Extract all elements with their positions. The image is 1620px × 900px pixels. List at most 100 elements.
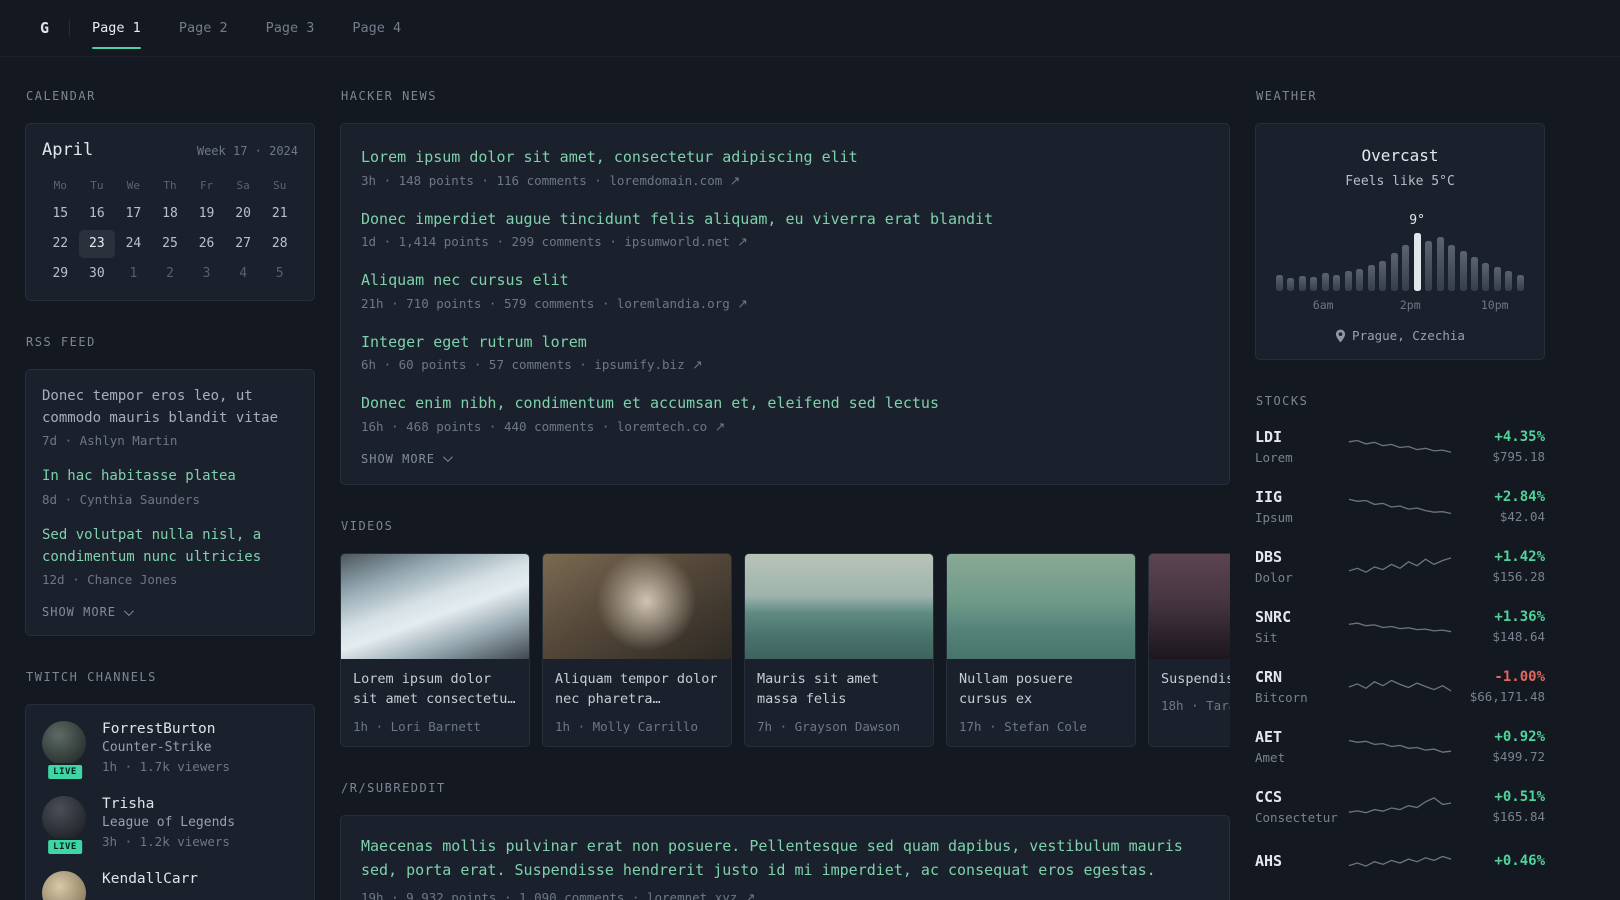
tab-page-3[interactable]: Page 3 xyxy=(266,0,315,56)
stock-row[interactable]: DBS Dolor +1.42% $156.28 xyxy=(1255,548,1545,585)
twitch-channel-row[interactable]: LIVE ForrestBurton Counter-Strike 1h · 1… xyxy=(42,721,298,782)
tab-page-1[interactable]: Page 1 xyxy=(92,0,141,56)
stock-price: $165.84 xyxy=(1492,809,1545,824)
stock-name: Bitcorn xyxy=(1255,690,1308,705)
stock-sparkline xyxy=(1348,679,1452,691)
calendar-day: 30 xyxy=(89,266,105,281)
calendar-day: 18 xyxy=(162,206,178,221)
meta-text: 6h · 60 points · 57 comments · xyxy=(361,357,595,372)
calendar-day: 5 xyxy=(275,266,284,281)
stock-row[interactable]: IIG Ipsum +2.84% $42.04 xyxy=(1255,488,1545,525)
calendar-grid: Mo Tu We Th Fr Sa Su 15 16 17 18 19 20 2… xyxy=(42,174,298,288)
video-title[interactable]: Mauris sit amet massa felis xyxy=(757,669,921,711)
rss-item-meta: 8d · Cynthia Saunders xyxy=(42,492,201,508)
hackernews-item-title[interactable]: Lorem ipsum dolor sit amet, consectetur … xyxy=(361,146,1209,169)
tab-page-4[interactable]: Page 4 xyxy=(352,0,401,56)
stock-change: +0.51% xyxy=(1494,789,1545,805)
subreddit-post-title[interactable]: Maecenas mollis pulvinar erat non posuer… xyxy=(361,834,1209,882)
hackernews-domain-link[interactable]: loremtech.co xyxy=(617,419,707,434)
video-title[interactable]: Nullam posuere cursus ex xyxy=(959,669,1123,711)
hackernews-domain-link[interactable]: loremdomain.com xyxy=(609,173,722,188)
weather-bar xyxy=(1448,245,1456,291)
live-badge: LIVE xyxy=(46,763,84,782)
twitch-channel-row[interactable]: LIVE KendallCarr xyxy=(42,871,298,900)
weather-time-label: 2pm xyxy=(1399,298,1421,312)
hackernews-item-title[interactable]: Donec imperdiet augue tincidunt felis al… xyxy=(361,208,1209,231)
tab-page-2[interactable]: Page 2 xyxy=(179,0,228,56)
stock-row[interactable]: SNRC Sit +1.36% $148.64 xyxy=(1255,608,1545,645)
weather-bar xyxy=(1516,275,1524,291)
hackernews-card: Lorem ipsum dolor sit amet, consectetur … xyxy=(340,123,1230,485)
rss-show-more-button[interactable]: SHOW MORE xyxy=(42,605,134,619)
video-title[interactable]: Lorem ipsum dolor sit amet consectetu… xyxy=(353,669,517,711)
stock-row[interactable]: AET Amet +0.92% $499.72 xyxy=(1255,728,1545,765)
rss-item-title[interactable]: In hac habitasse platea xyxy=(42,466,298,488)
stock-price: $795.18 xyxy=(1492,449,1545,464)
meta-text: 1d · 1,414 points · 299 comments · xyxy=(361,234,625,249)
calendar-day: 29 xyxy=(52,266,69,281)
rss-item-title[interactable]: Donec tempor eros leo, ut commodo mauris… xyxy=(42,386,298,429)
calendar-day: 25 xyxy=(162,236,178,251)
stock-row[interactable]: LDI Lorem +4.35% $795.18 xyxy=(1255,428,1545,465)
calendar-day-header: We xyxy=(126,179,141,192)
stock-symbol: IIG xyxy=(1255,488,1283,506)
stock-name: Sit xyxy=(1255,630,1278,645)
video-thumbnail[interactable] xyxy=(947,553,1135,659)
stock-row[interactable]: CRN Bitcorn -1.00% $66,171.48 xyxy=(1255,668,1545,705)
external-link-icon: ↗ xyxy=(729,172,741,188)
hackernews-domain-link[interactable]: ipsumify.biz xyxy=(594,357,684,372)
hackernews-item-title[interactable]: Donec enim nibh, condimentum et accumsan… xyxy=(361,392,1209,415)
stock-symbol: AHS xyxy=(1255,852,1283,870)
weather-bar xyxy=(1298,276,1306,291)
weather-location-label: Prague, Czechia xyxy=(1352,328,1465,343)
hackernews-item-meta: 21h · 710 points · 579 comments · loreml… xyxy=(361,296,1209,311)
hackernews-item-meta: 6h · 60 points · 57 comments · ipsumify.… xyxy=(361,357,1209,372)
twitch-channel-game: League of Legends xyxy=(102,815,236,831)
video-thumbnail[interactable] xyxy=(1149,553,1230,659)
app-logo[interactable]: G xyxy=(40,19,49,37)
calendar-day: 1 xyxy=(129,266,138,281)
weather-feels-like: Feels like 5°C xyxy=(1345,174,1455,189)
twitch-channel-row[interactable]: LIVE Trisha League of Legends 3h · 1.2k … xyxy=(42,796,298,857)
subreddit-domain-link[interactable]: loremnet.xyz xyxy=(647,890,737,900)
weather-time-label: 10pm xyxy=(1480,298,1509,312)
stock-sparkline xyxy=(1348,498,1452,514)
video-title[interactable]: Suspendisse diam xyxy=(1161,669,1230,690)
weather-bar xyxy=(1321,273,1329,291)
stock-symbol: DBS xyxy=(1255,548,1283,566)
hackernews-item: Aliquam nec cursus elit 21h · 710 points… xyxy=(361,269,1209,311)
calendar-day-header: Fr xyxy=(199,179,214,192)
weather-bar xyxy=(1482,263,1490,291)
hackernews-item-title[interactable]: Integer eget rutrum lorem xyxy=(361,331,1209,354)
stock-change: -1.00% xyxy=(1494,669,1545,685)
video-thumbnail[interactable] xyxy=(341,553,529,659)
hackernews-domain-link[interactable]: loremlandia.org xyxy=(617,296,730,311)
weather-condition: Overcast xyxy=(1361,146,1439,165)
stock-price: $156.28 xyxy=(1492,569,1545,584)
video-card: Mauris sit amet massa felis 7h · Grayson… xyxy=(744,552,934,748)
twitch-section-title: TWITCH CHANNELS xyxy=(26,670,157,685)
hackernews-show-more-button[interactable]: SHOW MORE xyxy=(361,452,453,466)
calendar-day-header: Mo xyxy=(53,179,67,192)
calendar-day: 27 xyxy=(235,236,251,251)
video-title[interactable]: Aliquam tempor dolor nec pharetra… xyxy=(555,669,719,711)
calendar-day: 26 xyxy=(198,236,215,251)
calendar-day: 24 xyxy=(125,236,142,251)
stocks-list: LDI Lorem +4.35% $795.18 IIG Ipsum +2.84% $4… xyxy=(1255,428,1545,878)
meta-text: 21h · 710 points · 579 comments · xyxy=(361,295,617,311)
twitch-channel-meta: 1h · 1.7k viewers xyxy=(102,759,230,775)
stock-row[interactable]: CCS Consectetur +0.51% $165.84 xyxy=(1255,788,1545,825)
video-meta: 17h · Stefan Cole xyxy=(959,719,1087,735)
stock-row[interactable]: AHS +0.46% xyxy=(1255,848,1545,878)
hackernews-item-title[interactable]: Aliquam nec cursus elit xyxy=(361,269,1209,292)
hackernews-item-meta: 3h · 148 points · 116 comments · loremdo… xyxy=(361,173,1209,188)
subreddit-post-meta: 19h · 9,932 points · 1,090 comments · lo… xyxy=(361,890,1209,900)
video-thumbnail[interactable] xyxy=(543,553,731,659)
hackernews-domain-link[interactable]: ipsumworld.net xyxy=(624,234,729,249)
video-meta: 7h · Grayson Dawson xyxy=(757,719,900,735)
twitch-avatar-wrap: LIVE xyxy=(42,796,88,857)
video-thumbnail[interactable] xyxy=(745,553,933,659)
video-card: Lorem ipsum dolor sit amet consectetu… 1… xyxy=(340,552,530,748)
rss-item-title[interactable]: Sed volutpat nulla nisl, a condimentum n… xyxy=(42,525,298,568)
weather-bar xyxy=(1390,253,1398,291)
